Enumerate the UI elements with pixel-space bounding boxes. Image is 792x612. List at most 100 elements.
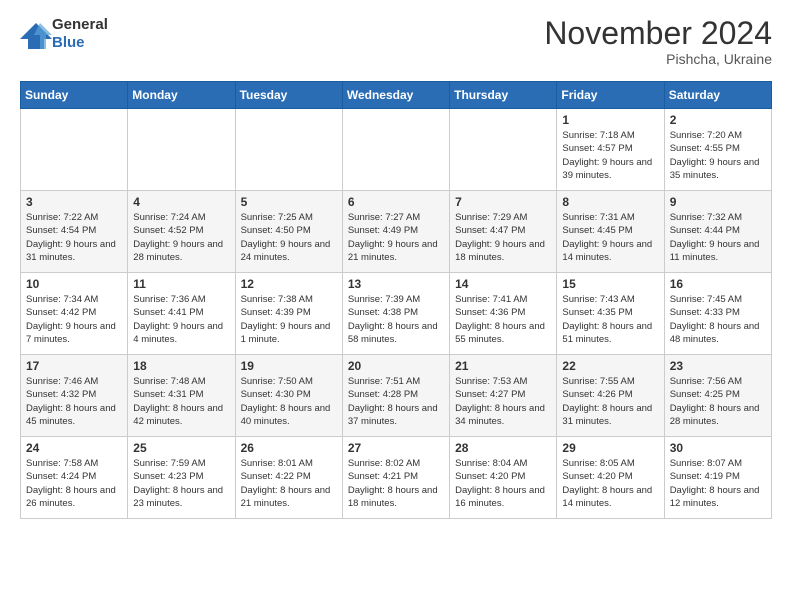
day-number: 2: [670, 113, 766, 127]
calendar-cell: 25Sunrise: 7:59 AM Sunset: 4:23 PM Dayli…: [128, 437, 235, 519]
day-number: 27: [348, 441, 444, 455]
calendar-cell: 3 Sunrise: 7:22 AM Sunset: 4:54 PM Daylig…: [21, 191, 128, 273]
day-number: 19: [241, 359, 337, 373]
day-number: 24: [26, 441, 122, 455]
day-info: Sunrise: 7:39 AM Sunset: 4:38 PM Dayligh…: [348, 293, 444, 346]
day-number: 10: [26, 277, 122, 291]
day-info: Sunrise: 7:20 AM Sunset: 4:55 PM Dayligh…: [670, 129, 766, 182]
calendar-cell: 12 Sunrise: 7:38 AM Sunset: 4:39 PM Dayli…: [235, 273, 342, 355]
calendar-table: SundayMondayTuesdayWednesdayThursdayFrid…: [20, 81, 772, 519]
day-info: Sunrise: 7:53 AM Sunset: 4:27 PM Dayligh…: [455, 375, 551, 428]
calendar-cell: 5 Sunrise: 7:25 AM Sunset: 4:50 PM Daylig…: [235, 191, 342, 273]
calendar-cell: 16Sunrise: 7:45 AM Sunset: 4:33 PM Dayli…: [664, 273, 771, 355]
day-number: 25: [133, 441, 229, 455]
day-number: 14: [455, 277, 551, 291]
calendar-cell: 10Sunrise: 7:34 AM Sunset: 4:42 PM Dayli…: [21, 273, 128, 355]
day-info: Sunrise: 7:36 AM Sunset: 4:41 PM Dayligh…: [133, 293, 229, 346]
calendar-cell: [450, 109, 557, 191]
day-number: 18: [133, 359, 229, 373]
calendar-cell: 27 Sunrise: 8:02 AM Sunset: 4:21 PM Dayli…: [342, 437, 449, 519]
day-info: Sunrise: 7:56 AM Sunset: 4:25 PM Dayligh…: [670, 375, 766, 428]
day-info: Sunrise: 7:32 AM Sunset: 4:44 PM Dayligh…: [670, 211, 766, 264]
month-title: November 2024: [544, 16, 772, 51]
day-number: 4: [133, 195, 229, 209]
day-info: Sunrise: 7:43 AM Sunset: 4:35 PM Dayligh…: [562, 293, 658, 346]
calendar-cell: 2 Sunrise: 7:20 AM Sunset: 4:55 PM Daylig…: [664, 109, 771, 191]
day-number: 6: [348, 195, 444, 209]
calendar-cell: 19 Sunrise: 7:50 AM Sunset: 4:30 PM Dayli…: [235, 355, 342, 437]
day-info: Sunrise: 8:02 AM Sunset: 4:21 PM Dayligh…: [348, 457, 444, 510]
day-number: 23: [670, 359, 766, 373]
day-number: 21: [455, 359, 551, 373]
day-info: Sunrise: 7:41 AM Sunset: 4:36 PM Dayligh…: [455, 293, 551, 346]
weekday-header-sunday: Sunday: [21, 82, 128, 109]
calendar-cell: [235, 109, 342, 191]
day-number: 12: [241, 277, 337, 291]
day-info: Sunrise: 8:01 AM Sunset: 4:22 PM Dayligh…: [241, 457, 337, 510]
day-number: 20: [348, 359, 444, 373]
weekday-header-saturday: Saturday: [664, 82, 771, 109]
title-block: November 2024 Pishcha, Ukraine: [544, 16, 772, 67]
calendar-cell: 18 Sunrise: 7:48 AM Sunset: 4:31 PM Dayli…: [128, 355, 235, 437]
page-container: General Blue November 2024 Pishcha, Ukra…: [0, 0, 792, 529]
day-info: Sunrise: 7:22 AM Sunset: 4:54 PM Dayligh…: [26, 211, 122, 264]
calendar-cell: 9 Sunrise: 7:32 AM Sunset: 4:44 PM Daylig…: [664, 191, 771, 273]
day-number: 29: [562, 441, 658, 455]
day-info: Sunrise: 7:50 AM Sunset: 4:30 PM Dayligh…: [241, 375, 337, 428]
day-info: Sunrise: 7:18 AM Sunset: 4:57 PM Dayligh…: [562, 129, 658, 182]
location: Pishcha, Ukraine: [544, 51, 772, 67]
day-number: 5: [241, 195, 337, 209]
day-info: Sunrise: 7:38 AM Sunset: 4:39 PM Dayligh…: [241, 293, 337, 346]
day-info: Sunrise: 7:27 AM Sunset: 4:49 PM Dayligh…: [348, 211, 444, 264]
day-info: Sunrise: 7:29 AM Sunset: 4:47 PM Dayligh…: [455, 211, 551, 264]
day-info: Sunrise: 7:55 AM Sunset: 4:26 PM Dayligh…: [562, 375, 658, 428]
day-number: 30: [670, 441, 766, 455]
calendar-cell: 23 Sunrise: 7:56 AM Sunset: 4:25 PM Dayli…: [664, 355, 771, 437]
calendar-cell: [21, 109, 128, 191]
calendar-cell: 28Sunrise: 8:04 AM Sunset: 4:20 PM Dayli…: [450, 437, 557, 519]
day-number: 15: [562, 277, 658, 291]
day-number: 7: [455, 195, 551, 209]
day-info: Sunrise: 7:46 AM Sunset: 4:32 PM Dayligh…: [26, 375, 122, 428]
day-number: 22: [562, 359, 658, 373]
calendar-cell: 20 Sunrise: 7:51 AM Sunset: 4:28 PM Dayli…: [342, 355, 449, 437]
day-info: Sunrise: 7:31 AM Sunset: 4:45 PM Dayligh…: [562, 211, 658, 264]
calendar-cell: 24 Sunrise: 7:58 AM Sunset: 4:24 PM Dayli…: [21, 437, 128, 519]
day-info: Sunrise: 7:24 AM Sunset: 4:52 PM Dayligh…: [133, 211, 229, 264]
day-info: Sunrise: 7:48 AM Sunset: 4:31 PM Dayligh…: [133, 375, 229, 428]
day-number: 3: [26, 195, 122, 209]
calendar-cell: [342, 109, 449, 191]
calendar-cell: 15 Sunrise: 7:43 AM Sunset: 4:35 PM Dayli…: [557, 273, 664, 355]
day-number: 13: [348, 277, 444, 291]
weekday-header-monday: Monday: [128, 82, 235, 109]
calendar-cell: 13 Sunrise: 7:39 AM Sunset: 4:38 PM Dayli…: [342, 273, 449, 355]
weekday-header-tuesday: Tuesday: [235, 82, 342, 109]
day-info: Sunrise: 7:51 AM Sunset: 4:28 PM Dayligh…: [348, 375, 444, 428]
calendar-cell: 22 Sunrise: 7:55 AM Sunset: 4:26 PM Dayli…: [557, 355, 664, 437]
calendar-cell: 4 Sunrise: 7:24 AM Sunset: 4:52 PM Daylig…: [128, 191, 235, 273]
calendar-cell: 1 Sunrise: 7:18 AM Sunset: 4:57 PM Daylig…: [557, 109, 664, 191]
weekday-header-friday: Friday: [557, 82, 664, 109]
logo: General Blue: [20, 16, 108, 52]
day-number: 11: [133, 277, 229, 291]
logo-text-blue: Blue: [52, 34, 85, 51]
day-number: 1: [562, 113, 658, 127]
day-number: 26: [241, 441, 337, 455]
day-info: Sunrise: 7:45 AM Sunset: 4:33 PM Dayligh…: [670, 293, 766, 346]
logo-text-general: General: [52, 16, 108, 33]
day-info: Sunrise: 8:05 AM Sunset: 4:20 PM Dayligh…: [562, 457, 658, 510]
calendar-cell: 29 Sunrise: 8:05 AM Sunset: 4:20 PM Dayli…: [557, 437, 664, 519]
day-info: Sunrise: 8:04 AM Sunset: 4:20 PM Dayligh…: [455, 457, 551, 510]
weekday-header-thursday: Thursday: [450, 82, 557, 109]
calendar-cell: 7 Sunrise: 7:29 AM Sunset: 4:47 PM Daylig…: [450, 191, 557, 273]
calendar-cell: 30 Sunrise: 8:07 AM Sunset: 4:19 PM Dayli…: [664, 437, 771, 519]
calendar-cell: 14 Sunrise: 7:41 AM Sunset: 4:36 PM Dayli…: [450, 273, 557, 355]
calendar-cell: 8Sunrise: 7:31 AM Sunset: 4:45 PM Daylig…: [557, 191, 664, 273]
day-info: Sunrise: 7:58 AM Sunset: 4:24 PM Dayligh…: [26, 457, 122, 510]
calendar-cell: 11 Sunrise: 7:36 AM Sunset: 4:41 PM Dayli…: [128, 273, 235, 355]
calendar-cell: 17Sunrise: 7:46 AM Sunset: 4:32 PM Dayli…: [21, 355, 128, 437]
day-info: Sunrise: 7:25 AM Sunset: 4:50 PM Dayligh…: [241, 211, 337, 264]
day-info: Sunrise: 8:07 AM Sunset: 4:19 PM Dayligh…: [670, 457, 766, 510]
day-number: 9: [670, 195, 766, 209]
calendar-cell: 26 Sunrise: 8:01 AM Sunset: 4:22 PM Dayli…: [235, 437, 342, 519]
